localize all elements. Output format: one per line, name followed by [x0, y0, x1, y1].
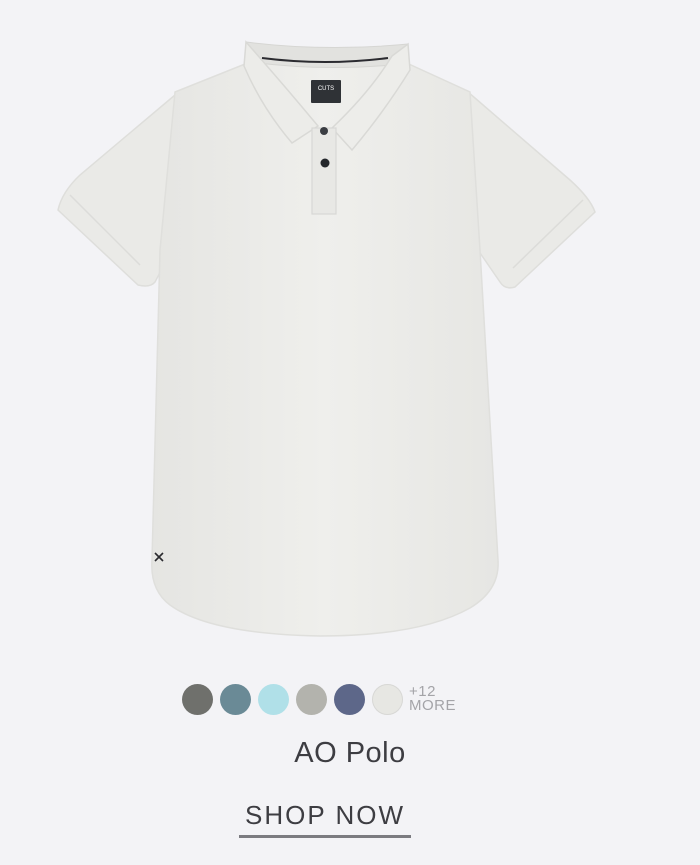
product-image[interactable]: CUTS — [0, 0, 700, 660]
swatch-stone-gray[interactable] — [296, 683, 327, 715]
swatch-charcoal[interactable] — [182, 683, 213, 715]
shop-now-button[interactable]: SHOP NOW — [239, 800, 411, 838]
more-label: MORE — [409, 697, 456, 714]
brand-tag: CUTS — [318, 86, 334, 92]
color-swatches: +12 MORE — [182, 683, 456, 715]
swatch-white[interactable] — [372, 683, 403, 715]
more-colors-link[interactable]: +12 MORE — [409, 684, 456, 714]
product-card[interactable]: CUTS +12 MORE AO Polo SHOP NOW — [0, 0, 700, 865]
swatch-slate-blue[interactable] — [220, 683, 251, 715]
swatch-navy[interactable] — [334, 683, 365, 715]
product-name[interactable]: AO Polo — [0, 737, 700, 770]
swatch-aqua[interactable] — [258, 683, 289, 715]
